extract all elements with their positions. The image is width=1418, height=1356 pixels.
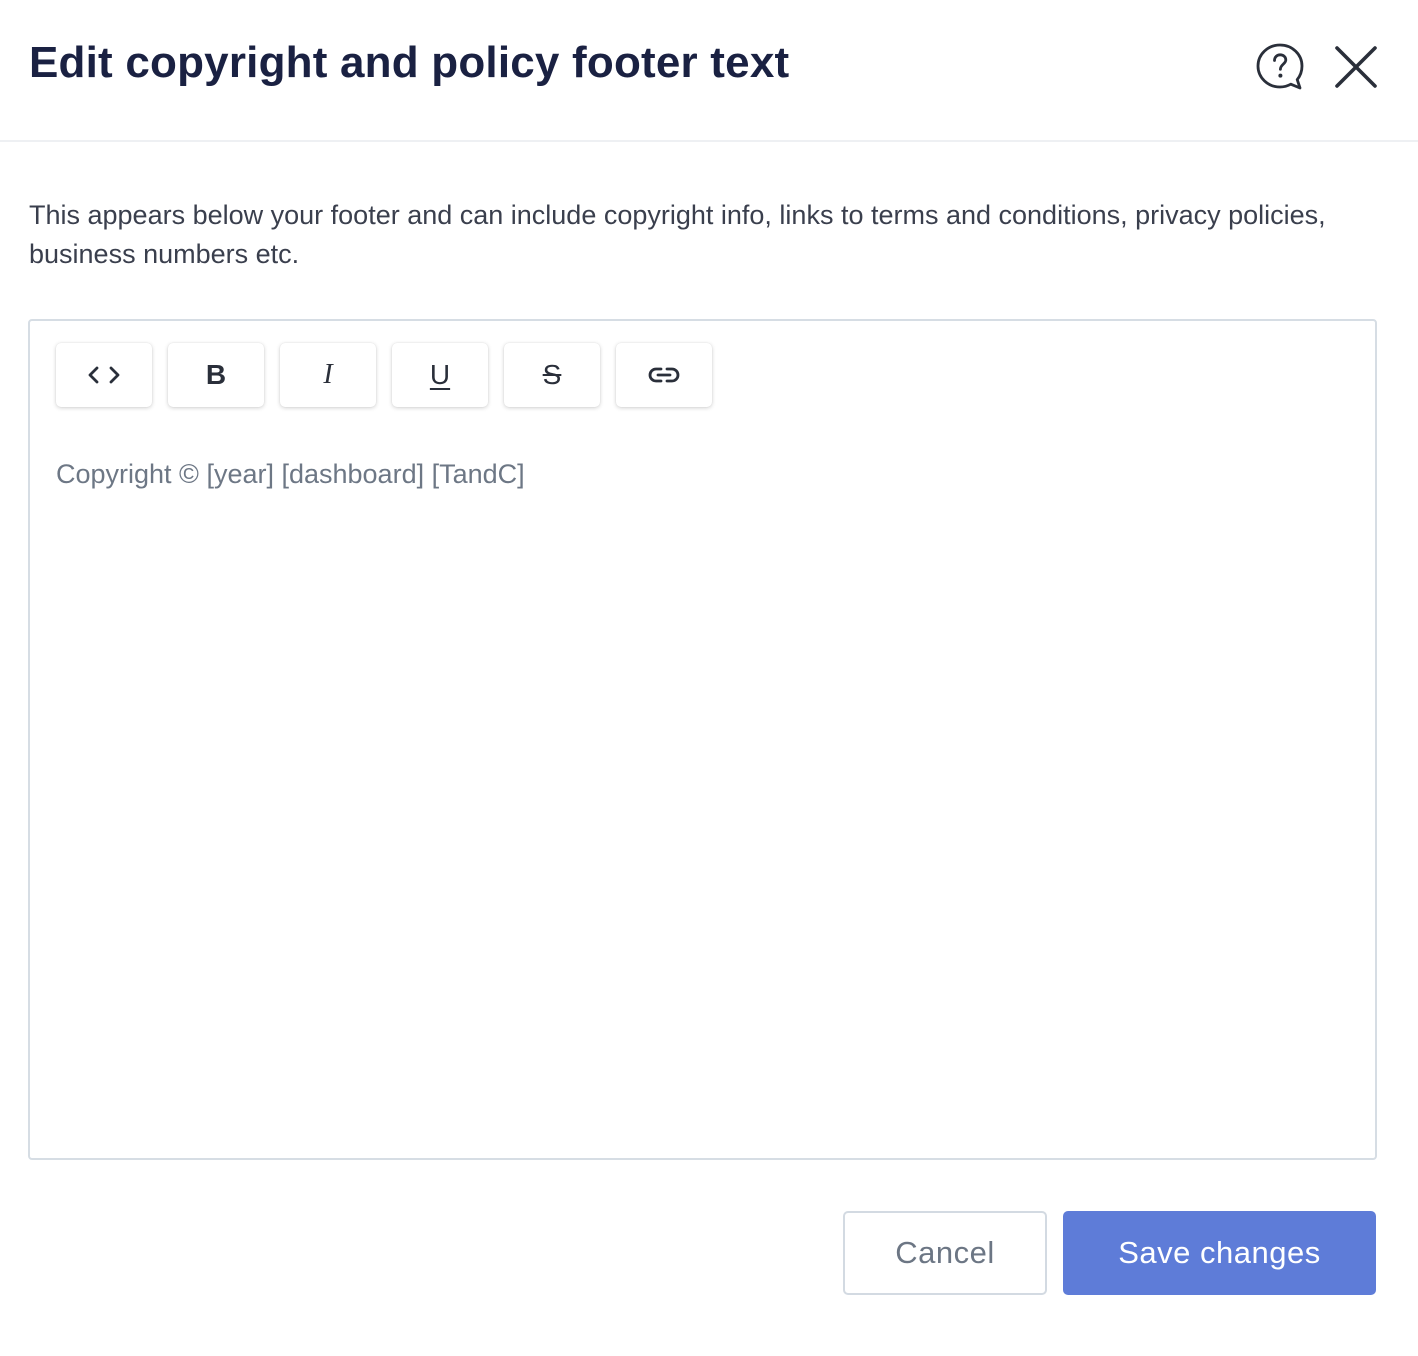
editor-content-area[interactable]: Copyright © [year] [dashboard] [TandC] <box>56 455 1349 1138</box>
strikethrough-button[interactable]: S <box>504 343 600 407</box>
link-button[interactable] <box>616 343 712 407</box>
editor-toolbar: B I U S <box>56 343 728 409</box>
dialog-title: Edit copyright and policy footer text <box>29 38 790 87</box>
rich-text-editor: B I U S Copyright © [year] [dashboard] [… <box>28 319 1377 1160</box>
italic-icon: I <box>323 359 333 390</box>
save-changes-button[interactable]: Save changes <box>1063 1211 1376 1295</box>
close-icon <box>1335 46 1377 88</box>
strikethrough-icon: S <box>542 359 562 390</box>
cancel-button[interactable]: Cancel <box>843 1211 1047 1295</box>
edit-footer-dialog: Edit copyright and policy footer text Th… <box>0 0 1418 1356</box>
underline-button[interactable]: U <box>392 343 488 407</box>
link-icon <box>648 367 680 383</box>
help-chat-icon <box>1256 43 1304 90</box>
dialog-description: This appears below your footer and can i… <box>29 200 1326 269</box>
bold-button[interactable]: B <box>168 343 264 407</box>
code-icon <box>88 366 120 384</box>
close-button[interactable] <box>1330 41 1382 93</box>
bold-icon: B <box>205 359 227 390</box>
code-view-button[interactable] <box>56 343 152 407</box>
dialog-header: Edit copyright and policy footer text <box>0 0 1418 142</box>
italic-button[interactable]: I <box>280 343 376 407</box>
help-button[interactable] <box>1254 41 1306 93</box>
underline-icon: U <box>429 359 451 390</box>
dialog-actions: Cancel Save changes <box>843 1211 1376 1295</box>
